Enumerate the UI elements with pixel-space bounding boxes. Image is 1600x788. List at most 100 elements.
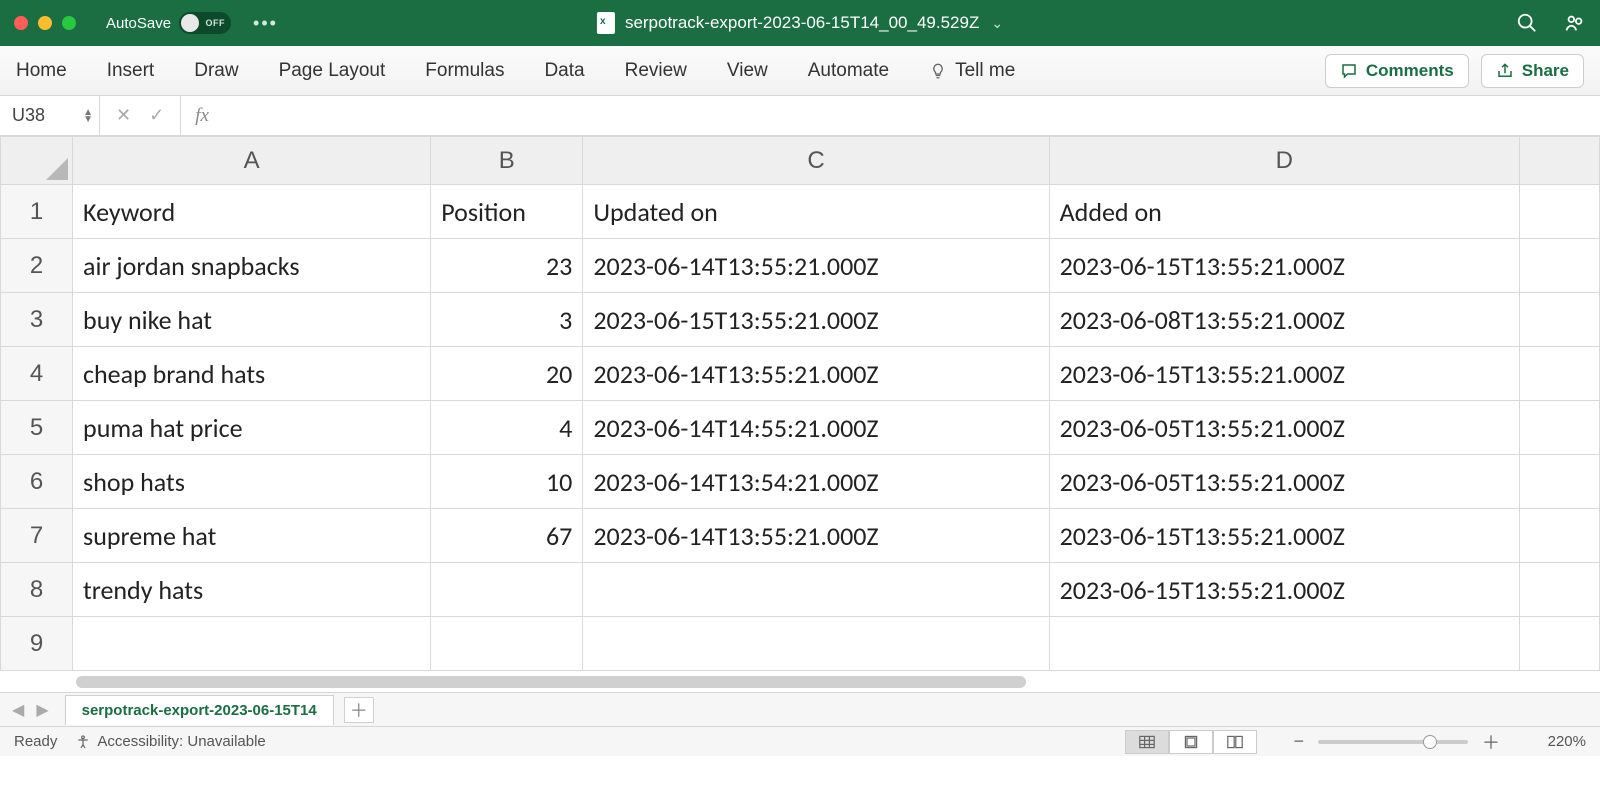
cell-D4[interactable]: 2023-06-15T13:55:21.000Z (1049, 347, 1519, 401)
column-header-B[interactable]: B (431, 137, 583, 185)
row-header-4[interactable]: 4 (1, 347, 73, 401)
document-title[interactable]: serpotrack-export-2023-06-15T14_00_49.52… (597, 12, 1003, 34)
tab-formulas[interactable]: Formulas (425, 60, 504, 82)
formula-input[interactable] (223, 96, 1600, 135)
search-icon[interactable] (1516, 12, 1538, 34)
zoom-in[interactable]: ＋ (1478, 729, 1504, 755)
cell-C3[interactable]: 2023-06-15T13:55:21.000Z (583, 293, 1049, 347)
cell-D7[interactable]: 2023-06-15T13:55:21.000Z (1049, 509, 1519, 563)
tab-automate[interactable]: Automate (808, 60, 889, 82)
fx-label[interactable]: fx (181, 96, 223, 135)
cell-D6[interactable]: 2023-06-05T13:55:21.000Z (1049, 455, 1519, 509)
cell-A1[interactable]: Keyword (73, 185, 431, 239)
accept-formula-icon[interactable]: ✓ (149, 105, 164, 126)
cell-C9[interactable] (583, 617, 1049, 671)
sheet-nav-prev[interactable]: ◀ (6, 700, 30, 720)
share-button[interactable]: Share (1481, 54, 1584, 88)
close-window[interactable] (14, 16, 28, 30)
cell-A3[interactable]: buy nike hat (73, 293, 431, 347)
cell-A8[interactable]: trendy hats (73, 563, 431, 617)
cell-2[interactable] (1519, 239, 1599, 293)
cell-B9[interactable] (431, 617, 583, 671)
row-header-2[interactable]: 2 (1, 239, 73, 293)
cell-A6[interactable]: shop hats (73, 455, 431, 509)
share-people-icon[interactable] (1564, 12, 1586, 34)
row-header-3[interactable]: 3 (1, 293, 73, 347)
cell-A4[interactable]: cheap brand hats (73, 347, 431, 401)
cell-C2[interactable]: 2023-06-14T13:55:21.000Z (583, 239, 1049, 293)
zoom-out[interactable]: − (1289, 731, 1308, 752)
tab-view[interactable]: View (727, 60, 768, 82)
autosave-toggle[interactable]: AutoSave OFF (106, 12, 231, 34)
view-page-break[interactable] (1213, 730, 1257, 754)
cell-C6[interactable]: 2023-06-14T13:54:21.000Z (583, 455, 1049, 509)
cell-B6[interactable]: 10 (431, 455, 583, 509)
column-header-C[interactable]: C (583, 137, 1049, 185)
comments-button[interactable]: Comments (1325, 54, 1469, 88)
view-page-layout[interactable] (1169, 730, 1213, 754)
spreadsheet-grid[interactable]: ABCD 1KeywordPositionUpdated onAdded on 2a… (0, 136, 1600, 692)
cell-C4[interactable]: 2023-06-14T13:55:21.000Z (583, 347, 1049, 401)
row-header-9[interactable]: 9 (1, 617, 73, 671)
tell-me[interactable]: Tell me (929, 60, 1015, 82)
cell-C1[interactable]: Updated on (583, 185, 1049, 239)
column-header-blank[interactable] (1519, 137, 1599, 185)
row-header-6[interactable]: 6 (1, 455, 73, 509)
row-header-5[interactable]: 5 (1, 401, 73, 455)
cell-D8[interactable]: 2023-06-15T13:55:21.000Z (1049, 563, 1519, 617)
autosave-switch[interactable]: OFF (179, 12, 231, 34)
namebox-spinner[interactable]: ▲▼ (83, 109, 93, 123)
cell-D1[interactable]: Added on (1049, 185, 1519, 239)
row-header-8[interactable]: 8 (1, 563, 73, 617)
cell-4[interactable] (1519, 347, 1599, 401)
cell-A7[interactable]: supreme hat (73, 509, 431, 563)
cell-C7[interactable]: 2023-06-14T13:55:21.000Z (583, 509, 1049, 563)
cell-8[interactable] (1519, 563, 1599, 617)
horizontal-scrollbar[interactable] (76, 676, 1026, 688)
cancel-formula-icon[interactable]: ✕ (116, 105, 131, 126)
cell-D5[interactable]: 2023-06-05T13:55:21.000Z (1049, 401, 1519, 455)
add-sheet-button[interactable]: ＋ (344, 697, 374, 723)
tab-draw[interactable]: Draw (194, 60, 238, 82)
name-box[interactable]: U38 ▲▼ (0, 96, 100, 135)
cell-5[interactable] (1519, 401, 1599, 455)
tab-review[interactable]: Review (625, 60, 687, 82)
tab-insert[interactable]: Insert (107, 60, 155, 82)
cell-6[interactable] (1519, 455, 1599, 509)
more-menu-icon[interactable]: ••• (253, 13, 278, 34)
cell-B7[interactable]: 67 (431, 509, 583, 563)
cell-A2[interactable]: air jordan snapbacks (73, 239, 431, 293)
tab-page-layout[interactable]: Page Layout (279, 60, 386, 82)
cell-A5[interactable]: puma hat price (73, 401, 431, 455)
cell-D2[interactable]: 2023-06-15T13:55:21.000Z (1049, 239, 1519, 293)
view-normal[interactable] (1125, 730, 1169, 754)
sheet-tab-active[interactable]: serpotrack-export-2023-06-15T14 (65, 695, 334, 725)
select-all-corner[interactable] (1, 137, 73, 185)
cell-3[interactable] (1519, 293, 1599, 347)
row-header-7[interactable]: 7 (1, 509, 73, 563)
cell-D3[interactable]: 2023-06-08T13:55:21.000Z (1049, 293, 1519, 347)
cell-7[interactable] (1519, 509, 1599, 563)
cell-B2[interactable]: 23 (431, 239, 583, 293)
cell-B5[interactable]: 4 (431, 401, 583, 455)
cell-9[interactable] (1519, 617, 1599, 671)
cell-C5[interactable]: 2023-06-14T14:55:21.000Z (583, 401, 1049, 455)
cell-A9[interactable] (73, 617, 431, 671)
cell-B4[interactable]: 20 (431, 347, 583, 401)
tab-data[interactable]: Data (544, 60, 584, 82)
zoom-thumb[interactable] (1423, 735, 1437, 749)
column-header-A[interactable]: A (73, 137, 431, 185)
cell-1[interactable] (1519, 185, 1599, 239)
cell-B8[interactable] (431, 563, 583, 617)
minimize-window[interactable] (38, 16, 52, 30)
maximize-window[interactable] (62, 16, 76, 30)
zoom-percent[interactable]: 220% (1536, 733, 1586, 750)
row-header-1[interactable]: 1 (1, 185, 73, 239)
cell-B3[interactable]: 3 (431, 293, 583, 347)
accessibility-status[interactable]: Accessibility: Unavailable (75, 733, 265, 750)
cell-D9[interactable] (1049, 617, 1519, 671)
tab-home[interactable]: Home (16, 60, 67, 82)
sheet-nav-next[interactable]: ▶ (30, 700, 54, 720)
cell-B1[interactable]: Position (431, 185, 583, 239)
column-header-D[interactable]: D (1049, 137, 1519, 185)
